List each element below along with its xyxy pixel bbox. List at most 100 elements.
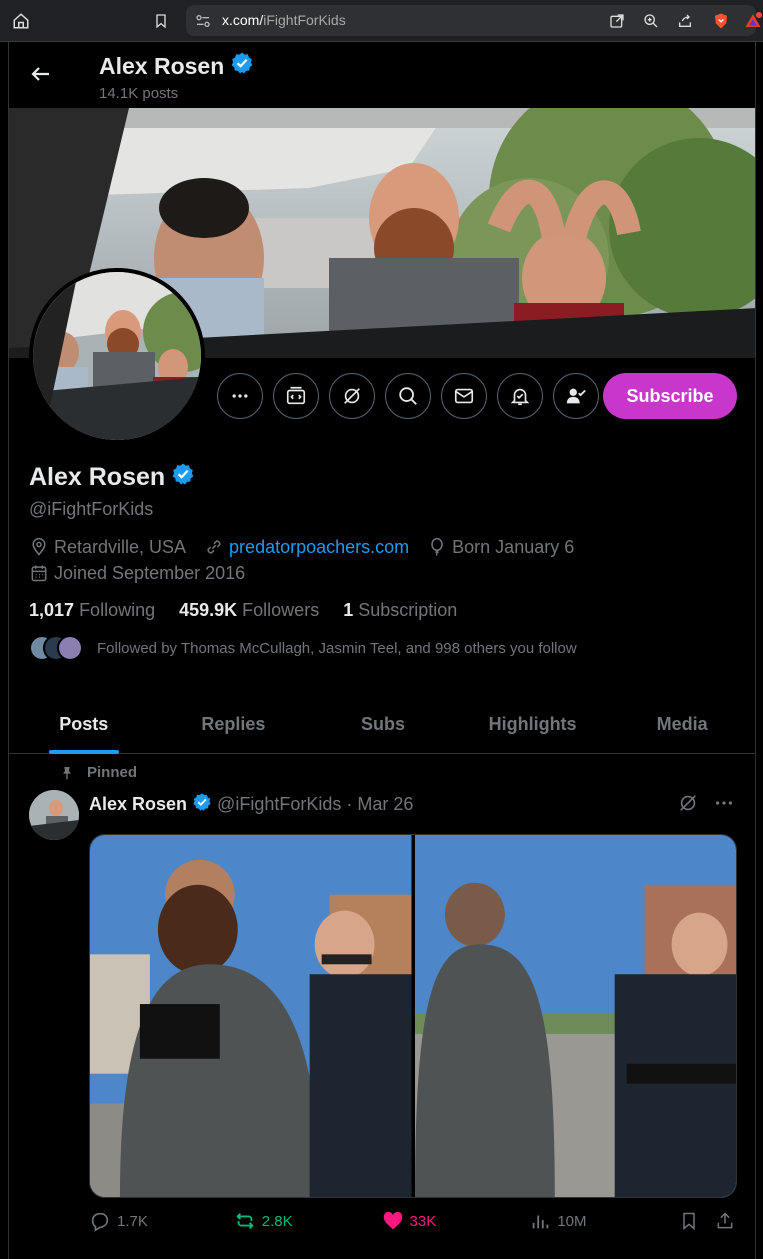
following-count: 1,017 [29, 600, 75, 620]
brave-rewards-icon[interactable] [742, 10, 763, 32]
location-item: Retardville, USA [29, 536, 186, 558]
verified-badge-icon[interactable] [192, 792, 212, 817]
followers-stat[interactable]: 459.9K Followers [179, 600, 319, 621]
grok-button[interactable] [329, 373, 375, 419]
verified-badge-icon[interactable] [230, 51, 254, 81]
following-stat[interactable]: 1,017 Following [29, 600, 155, 621]
post-date[interactable]: Mar 26 [357, 794, 413, 815]
post-header: Alex Rosen @iFightForKids · Mar 26 [89, 792, 413, 817]
post-media[interactable] [89, 834, 737, 1198]
followed-by-text: Followed by Thomas McCullagh, Jasmin Tee… [97, 639, 577, 657]
separator-dot: · [346, 794, 353, 814]
subscriptions-stat[interactable]: 1 Subscription [343, 600, 457, 621]
share-icon [717, 1212, 733, 1229]
subscriptions-label: Subscription [358, 600, 458, 620]
bookmark-icon[interactable] [150, 10, 172, 32]
grok-icon[interactable] [677, 792, 699, 819]
more-icon [232, 394, 248, 398]
link-icon [207, 540, 221, 554]
pinned-label: Pinned [87, 764, 138, 781]
message-button[interactable] [441, 373, 487, 419]
repost-count: 2.8K [261, 1212, 293, 1230]
back-arrow-icon[interactable] [29, 62, 53, 86]
profile-page: Alex Rosen 14.1K posts Subscribe Alex Ro… [8, 42, 756, 1259]
tab-label: Subs [360, 714, 405, 734]
joined-item: Joined September 2016 [29, 562, 245, 584]
like-count: 33K [409, 1212, 437, 1230]
repost-button[interactable]: 2.8K [234, 1210, 382, 1232]
repost-icon [236, 1213, 254, 1229]
post-image-left[interactable] [90, 835, 412, 1197]
tab-replies[interactable]: Replies [159, 696, 309, 753]
post-image-right[interactable] [414, 835, 736, 1197]
share-icon[interactable] [674, 10, 696, 32]
reply-count: 1.7K [117, 1212, 148, 1230]
zoom-icon[interactable] [640, 10, 662, 32]
reply-button[interactable]: 1.7K [89, 1210, 234, 1232]
header-name: Alex Rosen [99, 51, 254, 81]
followers-label: Followers [242, 600, 320, 620]
profile-handle: @iFightForKids [29, 499, 154, 519]
envelope-icon [454, 388, 474, 404]
profile-header-bar: Alex Rosen 14.1K posts [9, 42, 755, 108]
tab-label: Media [656, 714, 708, 734]
notifications-button[interactable] [497, 373, 543, 419]
pin-icon [63, 766, 71, 780]
post-author-handle[interactable]: @iFightForKids [217, 794, 341, 815]
calendar-icon [31, 565, 47, 582]
tab-media[interactable]: Media [607, 696, 755, 753]
birthday-item: Born January 6 [427, 536, 574, 558]
tab-subs[interactable]: Subs [308, 696, 458, 753]
views-button[interactable]: 10M [529, 1210, 679, 1232]
header-name-text: Alex Rosen [99, 52, 225, 79]
search-profile-button[interactable] [385, 373, 431, 419]
tab-highlights[interactable]: Highlights [458, 696, 608, 753]
post-author-name[interactable]: Alex Rosen [89, 794, 187, 815]
follower-avatar [57, 635, 83, 661]
website-link[interactable]: predatorpoachers.com [229, 537, 409, 558]
joined-text: Joined September 2016 [54, 562, 246, 583]
tab-label: Posts [59, 714, 109, 734]
profile-name: Alex Rosen [29, 462, 195, 493]
url-path: iFightForKids [263, 12, 346, 28]
open-external-icon[interactable] [606, 10, 628, 32]
subscribe-button[interactable]: Subscribe [603, 373, 737, 419]
more-options-button[interactable] [217, 373, 263, 419]
subscriptions-count: 1 [343, 600, 354, 620]
site-settings-icon[interactable] [192, 10, 214, 32]
views-chart-icon [532, 1215, 549, 1229]
bookmark-icon [683, 1212, 695, 1231]
following-label: Following [79, 600, 156, 620]
more-icon[interactable] [713, 792, 735, 819]
grok-icon [344, 388, 360, 404]
location-pin-icon [32, 537, 46, 556]
bell-check-icon [510, 388, 530, 406]
reply-icon [91, 1212, 109, 1232]
home-icon[interactable] [10, 10, 32, 32]
active-tab-indicator [48, 750, 119, 754]
heart-icon [383, 1211, 402, 1230]
brave-shield-icon[interactable] [710, 10, 732, 32]
post-header-actions [677, 792, 735, 819]
tab-label: Replies [201, 714, 266, 734]
share-button[interactable] [715, 1211, 737, 1231]
profile-tabs: Posts Replies Subs Highlights Media [9, 696, 755, 754]
profile-meta: Retardville, USA predatorpoachers.com Bo… [29, 536, 729, 584]
followed-by[interactable]: Followed by Thomas McCullagh, Jasmin Tee… [29, 635, 577, 661]
address-bar[interactable]: x.com/iFightForKids [186, 5, 762, 36]
url-text[interactable]: x.com/iFightForKids [222, 12, 346, 28]
verified-badge-icon[interactable] [171, 462, 195, 493]
search-icon [399, 387, 417, 405]
post-action-bar: 1.7K 2.8K 33K 10M [89, 1210, 737, 1232]
following-button[interactable] [553, 373, 599, 419]
profile-stats: 1,017 Following 459.9K Followers 1 Subsc… [29, 600, 457, 621]
bookmark-button[interactable] [679, 1211, 715, 1231]
follower-avatars [29, 635, 83, 661]
grok-summary-button[interactable] [273, 373, 319, 419]
summary-icon [286, 386, 306, 405]
pinned-indicator: Pinned [59, 764, 137, 781]
post-author-avatar[interactable] [29, 790, 79, 840]
like-button[interactable]: 33K [382, 1210, 530, 1232]
profile-avatar[interactable] [29, 268, 205, 444]
tab-posts[interactable]: Posts [9, 696, 159, 754]
